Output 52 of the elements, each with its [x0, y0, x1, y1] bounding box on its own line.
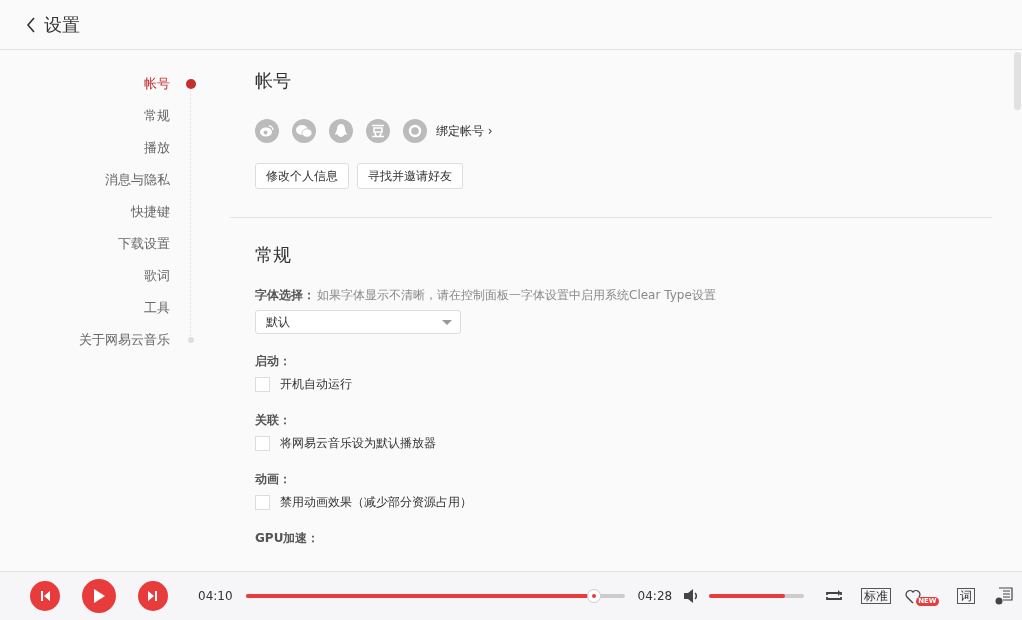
sidebar-item[interactable]: 工具: [144, 299, 170, 317]
end-dot: [188, 337, 194, 343]
setting-label: 字体选择：: [255, 287, 315, 304]
checkbox-label: 开机自动运行: [280, 376, 352, 393]
playlist-icon[interactable]: [994, 587, 1013, 605]
sidebar-item[interactable]: 快捷键: [131, 203, 170, 221]
font-hint: 如果字体显示不清晰，请在控制面板一字体设置中启用系统Clear Type设置: [317, 287, 716, 304]
scrollbar[interactable]: [1014, 52, 1021, 110]
play-icon: [93, 589, 105, 603]
next-icon: [148, 591, 158, 601]
dropdown-arrow-icon: [442, 319, 452, 325]
setting-label: 启动：: [255, 353, 292, 370]
checkbox[interactable]: [255, 495, 270, 510]
section-title: 常规: [255, 243, 292, 267]
font-select[interactable]: 默认: [255, 310, 461, 334]
play-button[interactable]: [82, 579, 116, 613]
sidebar-item[interactable]: 播放: [144, 139, 170, 157]
previous-icon: [40, 591, 50, 601]
douban-icon[interactable]: [366, 119, 390, 143]
sidebar-item[interactable]: 帐号: [144, 75, 170, 93]
ring-icon[interactable]: [403, 119, 427, 143]
sidebar-item[interactable]: 消息与隐私: [105, 171, 170, 189]
page-title: 设置: [44, 12, 80, 37]
sidebar-item[interactable]: 歌词: [144, 267, 170, 285]
active-dot: [186, 79, 196, 89]
penguin-icon[interactable]: [329, 119, 353, 143]
checkbox-label: 禁用动画效果（减少部分资源占用）: [280, 494, 472, 511]
lyrics-button[interactable]: 词: [956, 588, 975, 604]
next-button[interactable]: [138, 581, 168, 611]
sidebar-item[interactable]: 关于网易云音乐: [79, 331, 170, 349]
previous-button[interactable]: [30, 581, 60, 611]
checkbox[interactable]: [255, 377, 270, 392]
volume-track[interactable]: [709, 594, 805, 598]
account-button[interactable]: 寻找并邀请好友: [357, 163, 463, 189]
elapsed-time: 04:10: [198, 589, 233, 603]
checkbox-label: 将网易云音乐设为默认播放器: [280, 435, 436, 452]
bind-account-link[interactable]: 绑定帐号 ›: [436, 122, 493, 140]
section-title: 帐号: [255, 69, 292, 93]
sidebar-item[interactable]: 下载设置: [118, 235, 170, 253]
setting-label: 关联：: [255, 412, 292, 429]
total-time: 04:28: [637, 589, 673, 603]
repeat-icon[interactable]: [824, 589, 845, 603]
account-button[interactable]: 修改个人信息: [255, 163, 349, 189]
sidebar-item[interactable]: 常规: [144, 107, 170, 125]
setting-label: GPU加速：: [255, 530, 321, 547]
setting-label: 动画：: [255, 471, 292, 488]
wechat-icon[interactable]: [292, 119, 316, 143]
back-icon[interactable]: [26, 16, 36, 33]
weibo-icon[interactable]: [255, 119, 279, 143]
quality-button[interactable]: 标准: [861, 588, 892, 604]
progress-thumb[interactable]: [587, 589, 602, 603]
checkbox[interactable]: [255, 436, 270, 451]
